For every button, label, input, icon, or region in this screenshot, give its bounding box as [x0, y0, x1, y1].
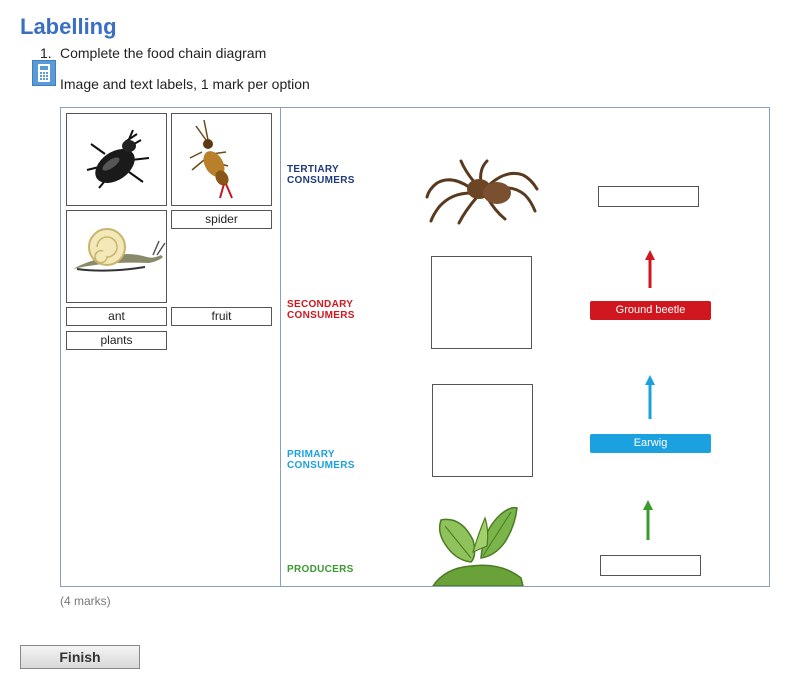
question-subtitle: Image and text labels, 1 mark per option — [60, 76, 310, 92]
source-label-ant[interactable]: ant — [66, 307, 167, 326]
calculator-icon[interactable] — [32, 60, 56, 86]
level-secondary-line1: SECONDARY — [287, 299, 354, 310]
arrow-up-red-icon — [645, 250, 655, 288]
spider-image — [425, 159, 539, 225]
drop-target-secondary-image[interactable] — [431, 256, 532, 349]
level-tertiary: TERTIARY CONSUMERS — [287, 164, 355, 186]
question-text: Complete the food chain diagram — [60, 45, 267, 61]
arrow-up-blue-icon — [645, 375, 655, 419]
level-primary: PRIMARY CONSUMERS — [287, 449, 355, 471]
panel-divider — [280, 108, 281, 586]
food-chain-panel: spider ant fruit plants TERTIARY CONSUME… — [60, 107, 770, 587]
chain-label-earwig: Earwig — [590, 434, 711, 453]
page-title: Labelling — [20, 14, 117, 39]
source-label-plants[interactable]: plants — [66, 331, 167, 350]
level-primary-line2: CONSUMERS — [287, 460, 355, 471]
level-primary-line1: PRIMARY — [287, 449, 335, 460]
chain-label-ground-beetle: Ground beetle — [590, 301, 711, 320]
earwig-image — [189, 119, 233, 199]
level-tertiary-line1: TERTIARY — [287, 164, 340, 175]
finish-button[interactable]: Finish — [20, 645, 140, 669]
drop-target-primary-image[interactable] — [432, 384, 533, 477]
leaves-image — [432, 506, 524, 586]
source-label-spider[interactable]: spider — [171, 210, 272, 229]
source-label-fruit[interactable]: fruit — [171, 307, 272, 326]
arrow-up-green-icon — [643, 500, 653, 540]
marks-label: (4 marks) — [60, 594, 111, 608]
snail-image — [73, 228, 166, 272]
earwig-tile[interactable] — [171, 113, 272, 206]
level-tertiary-line2: CONSUMERS — [287, 175, 355, 186]
level-producers-line1: PRODUCERS — [287, 564, 354, 575]
snail-tile[interactable] — [66, 210, 167, 303]
level-producers: PRODUCERS — [287, 564, 354, 575]
drop-target-tertiary[interactable] — [598, 186, 699, 207]
beetle-image — [86, 129, 150, 189]
question-number: 1. — [40, 45, 52, 61]
level-secondary: SECONDARY CONSUMERS — [287, 299, 355, 321]
drop-target-producer[interactable] — [600, 555, 701, 576]
level-secondary-line2: CONSUMERS — [287, 310, 355, 321]
beetle-tile[interactable] — [66, 113, 167, 206]
